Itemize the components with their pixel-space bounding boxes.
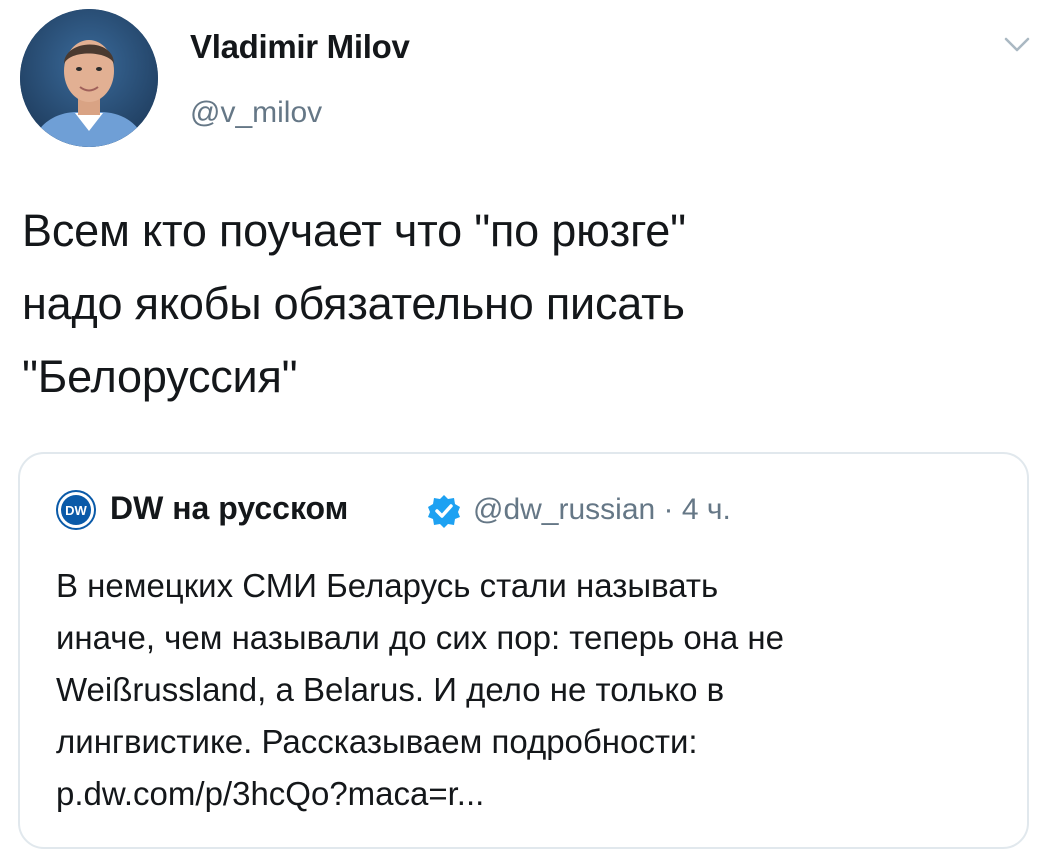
quoted-tweet-card[interactable]: DW DW на русском @dw_russian · 4 ч. В не… bbox=[18, 452, 1029, 849]
verified-badge-icon bbox=[428, 495, 460, 528]
quoted-author-name[interactable]: DW на русском bbox=[110, 490, 348, 527]
tweet-page: { "tweet": { "author": { "name": "Vladim… bbox=[0, 0, 1039, 852]
chevron-down-icon[interactable] bbox=[1003, 35, 1031, 55]
quoted-tweet-text: В немецких СМИ Беларусь стали называть и… bbox=[56, 560, 1006, 820]
quoted-text-line: лингвистике. Рассказываем подробности: bbox=[56, 723, 698, 760]
tweet-text-line: надо якобы обязательно писать bbox=[22, 278, 685, 329]
quoted-meta[interactable]: @dw_russian · 4 ч. bbox=[473, 493, 731, 527]
tweet-text: Всем кто поучает что "по рюзге" надо яко… bbox=[22, 194, 1012, 413]
quoted-text-line: иначе, чем называли до сих пор: теперь о… bbox=[56, 619, 784, 656]
tweet-text-line: Всем кто поучает что "по рюзге" bbox=[22, 205, 686, 256]
quoted-text-line: В немецких СМИ Беларусь стали называть bbox=[56, 567, 719, 604]
svg-text:DW: DW bbox=[65, 503, 87, 518]
dw-logo-icon: DW bbox=[56, 490, 96, 530]
tweet-text-line: "Белоруссия" bbox=[22, 351, 298, 402]
quoted-link[interactable]: p.dw.com/p/3hcQo?maca=r... bbox=[56, 768, 1006, 820]
user-photo-avatar-icon bbox=[20, 9, 158, 147]
author-avatar[interactable] bbox=[20, 9, 158, 147]
quoted-text-line: Weißrussland, а Belarus. И дело не тольк… bbox=[56, 671, 725, 708]
author-handle[interactable]: @v_milov bbox=[190, 96, 322, 130]
author-name[interactable]: Vladimir Milov bbox=[190, 28, 410, 66]
